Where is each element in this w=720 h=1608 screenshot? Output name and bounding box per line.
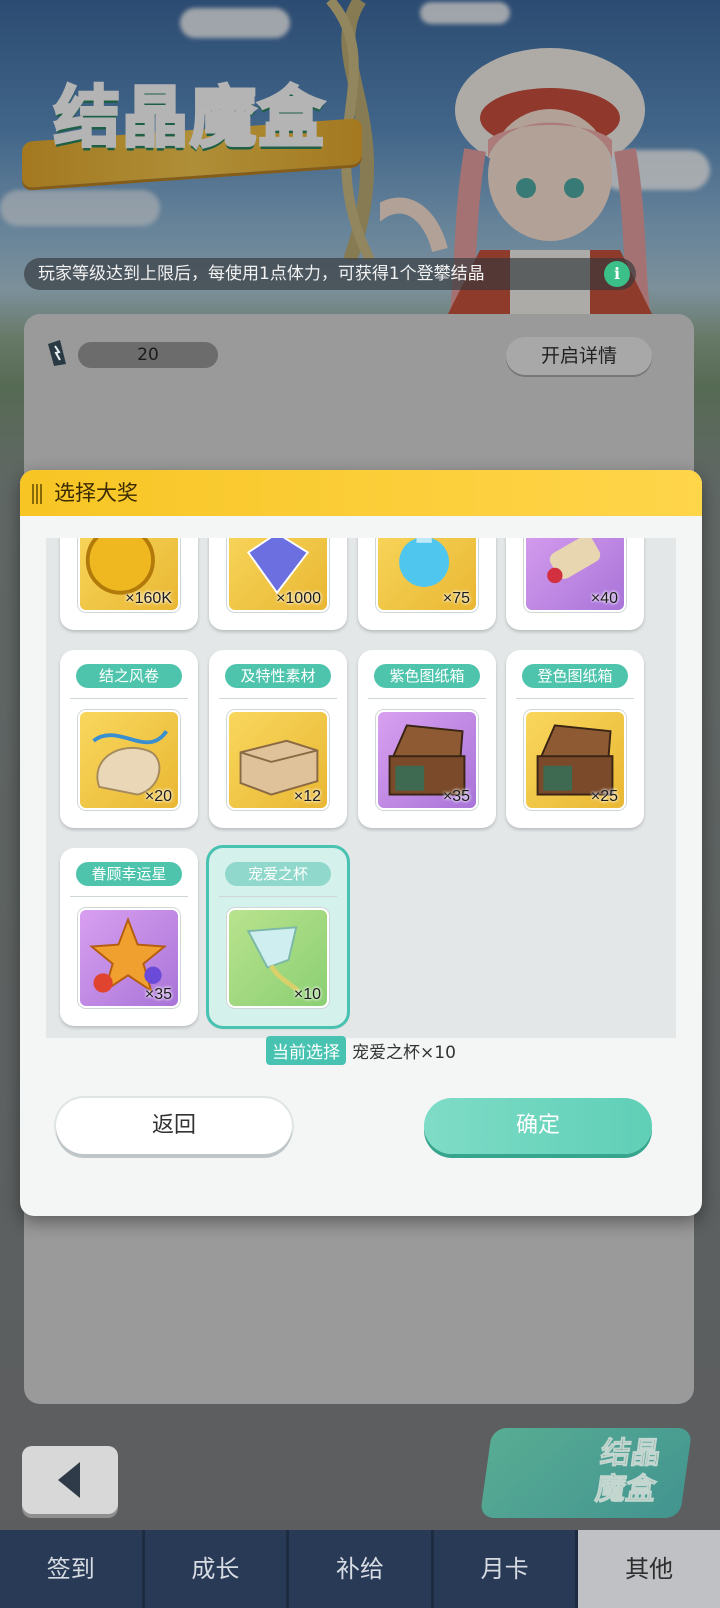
divider	[70, 698, 188, 699]
divider	[516, 698, 634, 699]
dialog-title: 选择大奖	[54, 481, 138, 505]
notice-text: 玩家等级达到上限后，每使用1点体力，可获得1个登攀结晶	[24, 258, 636, 290]
item-icon-box: ×40	[524, 538, 626, 612]
prize-name: 宠爱之杯	[225, 862, 331, 886]
badge-label: 结晶魔盒	[593, 1436, 664, 1508]
item-icon-box: ×12	[227, 710, 329, 810]
stamina-icon	[48, 340, 66, 366]
return-button[interactable]: 返回	[56, 1098, 292, 1154]
divider	[368, 698, 486, 699]
item-quantity: ×10	[293, 986, 321, 1003]
prize-card[interactable]: 眷顾幸运星 ×35	[60, 848, 198, 1026]
tab-growth[interactable]: 成长	[144, 1530, 290, 1608]
item-icon-box: ×25	[524, 710, 626, 810]
current-selection-label: 当前选择	[266, 1036, 347, 1065]
prize-card[interactable]: ×160K	[60, 538, 198, 630]
confirm-button[interactable]: 确定	[424, 1098, 652, 1154]
tab-sign-in[interactable]: 签到	[0, 1530, 145, 1608]
item-quantity: ×75	[442, 590, 470, 607]
bottom-tab-bar: 签到 成长 补给 月卡 其他	[0, 1530, 720, 1608]
prize-name: 结之风卷	[76, 664, 182, 688]
prize-card[interactable]: 紫色图纸箱 ×35	[358, 650, 496, 828]
item-quantity: ×25	[590, 788, 618, 805]
prize-card[interactable]: ×40	[506, 538, 644, 630]
prize-name: 紫色图纸箱	[374, 664, 480, 688]
tab-other[interactable]: 其他	[578, 1530, 720, 1608]
item-quantity: ×160K	[125, 590, 172, 607]
item-icon-box: ×1000	[227, 538, 329, 612]
item-quantity: ×20	[144, 788, 172, 805]
prize-card[interactable]: 结之风卷 ×20	[60, 650, 198, 828]
item-icon-box: ×160K	[78, 538, 180, 612]
divider	[219, 896, 337, 897]
prize-grid[interactable]: ×160K ×1000 ×75 ×40 结之风卷 ×20 及特性素材 ×12 紫…	[46, 538, 676, 1038]
item-quantity: ×35	[144, 986, 172, 1003]
tab-monthly-card[interactable]: 月卡	[433, 1530, 579, 1608]
prize-name: 眷顾幸运星	[76, 862, 182, 886]
current-selection-value: 宠爱之杯×10	[352, 1043, 456, 1063]
tab-supply[interactable]: 补给	[289, 1530, 434, 1608]
prize-card[interactable]: ×1000	[209, 538, 347, 630]
select-grand-prize-dialog: 选择大奖 ×160K ×1000 ×75 ×40 结之风卷 ×20 及特性素材 …	[20, 470, 702, 1216]
item-quantity: ×35	[442, 788, 470, 805]
item-quantity: ×40	[590, 590, 618, 607]
open-details-button[interactable]: 开启详情	[506, 337, 652, 375]
item-icon-box: ×20	[78, 710, 180, 810]
prize-card[interactable]: 及特性素材 ×12	[209, 650, 347, 828]
item-icon-box: ×75	[376, 538, 478, 612]
prize-name: 登色图纸箱	[522, 664, 628, 688]
prize-card[interactable]: ×75	[358, 538, 496, 630]
prize-card[interactable]: 登色图纸箱 ×25	[506, 650, 644, 828]
item-quantity: ×1000	[276, 590, 321, 607]
item-icon-box: ×35	[376, 710, 478, 810]
prize-card-selected[interactable]: 宠爱之杯 ×10	[206, 845, 350, 1029]
prize-name: 及特性素材	[225, 664, 331, 688]
info-icon[interactable]: i	[604, 261, 630, 287]
back-arrow-button[interactable]	[22, 1446, 118, 1514]
item-icon-box: ×35	[78, 908, 180, 1008]
current-selection: 当前选择 宠爱之杯×10	[20, 1036, 702, 1065]
dialog-header: 选择大奖	[20, 470, 702, 516]
grip-icon	[32, 484, 44, 504]
crystal-box-badge[interactable]: 结晶魔盒	[479, 1428, 693, 1518]
item-quantity: ×12	[293, 788, 321, 805]
divider	[219, 698, 337, 699]
item-icon-box: ×10	[227, 908, 329, 1008]
stamina-value: 20	[78, 342, 218, 368]
divider	[70, 896, 188, 897]
